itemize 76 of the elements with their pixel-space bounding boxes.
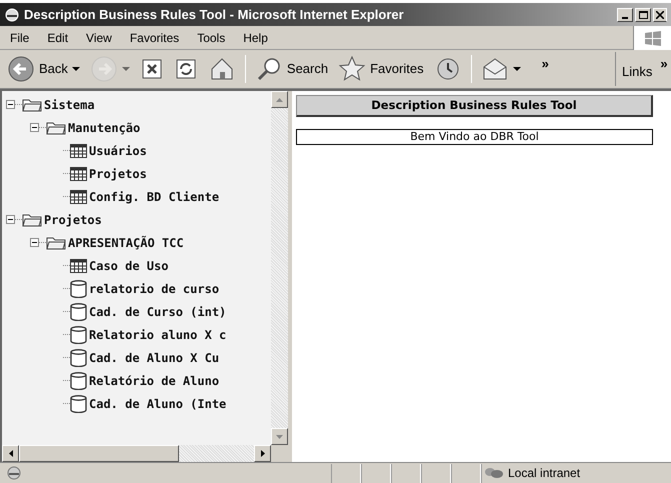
collapse-toggle[interactable]: [30, 238, 39, 247]
scroll-down-button[interactable]: [271, 428, 288, 445]
database-icon: [70, 394, 87, 412]
folder-icon: [46, 235, 66, 250]
menu-item[interactable]: Tools: [193, 28, 230, 46]
menu-item[interactable]: Favorites: [126, 28, 184, 46]
chevron-button[interactable]: »: [542, 54, 549, 74]
tree-item[interactable]: Cad. de Aluno X Cu: [89, 348, 220, 366]
tree-item[interactable]: Manutenção: [68, 118, 140, 136]
caret-icon: [72, 65, 80, 73]
table-icon: [70, 166, 87, 181]
status-panel: [391, 464, 421, 482]
tree-item[interactable]: Cad. de Curso (int): [89, 302, 226, 320]
database-icon: [70, 302, 87, 320]
scroll-right-button[interactable]: [254, 445, 271, 462]
table-icon: [70, 258, 87, 273]
status-panel: [421, 464, 451, 482]
collapse-toggle[interactable]: [6, 100, 15, 109]
database-icon: [70, 280, 87, 298]
windows-flag-icon: [644, 28, 662, 46]
database-icon: [70, 372, 87, 390]
maximize-button[interactable]: [635, 8, 651, 22]
scroll-thumb[interactable]: [19, 445, 179, 462]
menu-item[interactable]: Help: [239, 28, 272, 46]
scroll-up-button[interactable]: [271, 91, 288, 108]
menu-item[interactable]: File: [6, 28, 34, 46]
page-heading: Description Business Rules Tool: [296, 95, 653, 117]
close-icon: [656, 10, 664, 18]
database-icon: [70, 326, 87, 344]
tree-item[interactable]: Config. BD Cliente: [89, 188, 220, 206]
links-button[interactable]: Links: [622, 62, 652, 82]
vertical-scrollbar[interactable]: [271, 91, 288, 445]
search-button[interactable]: Search: [252, 52, 332, 86]
folder-icon: [46, 120, 66, 135]
chevron-button[interactable]: »: [660, 54, 668, 74]
horizontal-scrollbar[interactable]: [2, 445, 271, 462]
minimize-button[interactable]: [617, 8, 633, 22]
status-panel: [451, 464, 481, 482]
menu-item[interactable]: Edit: [43, 28, 72, 46]
database-icon: [70, 348, 87, 366]
status-panel: [331, 464, 361, 482]
status-panel: [361, 464, 391, 482]
menu-item[interactable]: View: [82, 28, 116, 46]
up-arrow-icon: [276, 98, 283, 102]
table-icon: [70, 143, 87, 158]
tree-item[interactable]: Projetos: [89, 164, 147, 182]
close-button[interactable]: [653, 8, 667, 22]
star-icon: [338, 55, 366, 83]
scroll-left-button[interactable]: [2, 445, 19, 462]
tree-item[interactable]: Sistema: [44, 96, 95, 114]
close-icon: [140, 57, 164, 81]
back-button[interactable]: Back: [4, 52, 83, 86]
collapse-toggle[interactable]: [30, 123, 39, 132]
tree-item[interactable]: Caso de Uso: [89, 256, 168, 274]
tree-item[interactable]: Relatorio aluno X c: [89, 326, 226, 344]
tree-item[interactable]: Projetos: [44, 210, 102, 228]
tree-item[interactable]: relatorio de curso: [89, 280, 220, 298]
left-arrow-icon: [8, 450, 12, 457]
folder-icon: [22, 97, 42, 112]
zone-label: Local intranet: [508, 465, 580, 482]
folder-icon: [22, 212, 42, 227]
refresh-icon: [174, 57, 198, 81]
tree-item[interactable]: Cad. de Aluno (Inte: [89, 394, 226, 412]
tree-item[interactable]: Relatório de Aluno: [89, 372, 220, 390]
tree-item[interactable]: APRESENTAÇÃO TCC: [68, 234, 184, 252]
caret-icon: [122, 65, 130, 73]
network-icon: [484, 466, 504, 480]
right-arrow-icon: [260, 450, 264, 457]
favorites-button[interactable]: Favorites: [335, 52, 427, 86]
down-arrow-icon: [276, 434, 283, 438]
table-icon: [70, 189, 87, 204]
collapse-toggle[interactable]: [6, 215, 15, 224]
tree-item[interactable]: Usuários: [89, 142, 147, 160]
welcome-message: Bem Vindo ao DBR Tool: [296, 129, 653, 145]
window-title: Description Business Rules Tool - Microsoft Internet Explorer: [24, 6, 405, 24]
caret-icon: [512, 65, 521, 73]
